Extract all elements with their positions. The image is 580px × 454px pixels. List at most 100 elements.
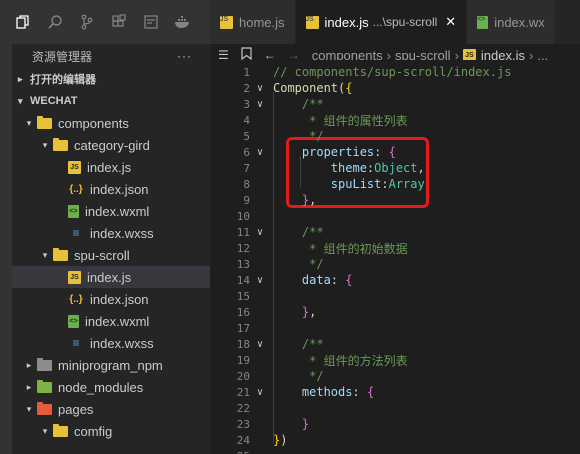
editor-tab[interactable]: <> index.wx [467,0,556,44]
tree-label: components [58,115,129,131]
extensions-icon[interactable] [110,13,128,31]
tree-label: index.wxml [85,203,150,219]
code-token: * 组件的属性列表 [273,113,408,128]
code-token: : [381,177,389,191]
editor-tab[interactable]: JS index.js ...\spu-scroll ✕ [295,0,468,44]
code-text: properties: { [273,145,396,159]
project-section[interactable]: ▾ WECHAT [12,90,210,112]
code-token: , [309,193,317,207]
tree-file[interactable]: JS index.js [12,266,210,288]
js-file-icon: JS [305,15,319,29]
tree-folder[interactable]: ▾ spu-scroll [12,244,210,266]
line-number: 15 [236,289,250,303]
chevron-right-icon: ▸ [18,73,23,84]
code-token: */ [273,369,324,383]
tree-folder[interactable]: ▸ miniprogram_npm [12,354,210,376]
code-text: } [273,417,309,431]
source-control-icon[interactable] [78,13,96,31]
editor-tab[interactable]: JS home.js [210,0,296,44]
fold-chevron-icon[interactable]: ∨ [250,147,270,158]
editor-tabs: JS home.js JS index.js ...\spu-scroll ✕ <> inde… [210,0,580,44]
code-token: /** [273,225,324,239]
docker-icon[interactable] [174,13,192,31]
tree-folder[interactable]: ▾ comfig [12,420,210,442]
tree-folder[interactable]: ▾ components [12,112,210,134]
code-line: 24}) [210,432,580,448]
tree-folder[interactable]: ▾ pages [12,398,210,420]
wxml-file-icon: <> [68,314,79,328]
activity-bar [0,0,12,454]
debug-icon[interactable] [142,13,160,31]
open-editors-section[interactable]: ▸ 打开的编辑器 [12,68,210,90]
code-line: 13 */ [210,256,580,272]
code-token: // components/sup-scroll/index.js [273,65,512,79]
code-text: }) [273,433,287,447]
line-number: 9 [243,193,250,207]
fold-chevron-icon[interactable]: ∨ [250,99,270,110]
fold-chevron-icon[interactable]: ∨ [250,275,270,286]
file-tree: ▾ components ▾ category-gird JS index.js {..} i… [12,112,210,442]
project-label: WECHAT [30,95,78,107]
tree-file[interactable]: {..} index.json [12,288,210,310]
code-token: { [345,81,353,95]
code-token: , [309,305,317,319]
json-file-icon: {..} [69,293,83,305]
tree-file[interactable]: JS index.js [12,156,210,178]
code-line: 8 spuList:Array [210,176,580,192]
chevron-down-icon: ▾ [42,425,48,436]
chevron-down-icon: ▾ [42,139,48,150]
code-token: data [273,273,331,287]
tree-file[interactable]: ≡ index.wxss [12,222,210,244]
close-icon[interactable]: ✕ [445,14,456,30]
code-token: : [352,385,367,399]
tree-folder[interactable]: ▾ category-gird [12,134,210,156]
code-token: theme [273,161,367,175]
code-token: methods [273,385,353,399]
tree-label: index.wxss [90,335,154,351]
more-actions-button[interactable]: ··· [177,49,192,63]
code-line: 14 ∨ data: { [210,272,580,288]
code-text: * 组件的初始数据 [273,240,407,257]
line-number: 1 [243,65,250,79]
line-number: 12 [236,241,250,255]
line-number: 20 [236,369,250,383]
line-number: 13 [236,257,250,271]
code-token: { [345,273,353,287]
tree-file[interactable]: ≡ index.wxss [12,332,210,354]
tab-label: home.js [239,14,285,30]
line-number: 22 [236,401,250,415]
fold-chevron-icon[interactable]: ∨ [250,387,270,398]
fold-chevron-icon[interactable]: ∨ [250,83,270,94]
code-text: /** [273,225,324,239]
explorer-title: 资源管理器 [32,49,93,64]
folder-icon [52,247,68,262]
folder-shape [36,401,52,415]
code-text: /** [273,337,324,351]
code-line: 9 }, [210,192,580,208]
folder-shape [36,379,52,393]
code-token: { [388,145,396,159]
tree-file[interactable]: {..} index.json [12,178,210,200]
tree-label: category-gird [74,137,150,153]
code-editor[interactable]: 1// components/sup-scroll/index.js 2 ∨ Comp… [210,60,580,454]
code-text: methods: { [273,385,374,399]
folder-shape [52,423,68,437]
explorer-icon[interactable] [14,13,32,31]
fold-chevron-icon[interactable]: ∨ [250,339,270,350]
tree-folder[interactable]: ▸ node_modules [12,376,210,398]
folder-icon [36,401,52,416]
tree-label: index.js [87,269,132,285]
search-icon[interactable] [46,13,64,31]
line-number: 23 [236,417,250,431]
code-token: ) [280,433,288,447]
tree-file[interactable]: <> index.wxml [12,310,210,332]
fold-chevron-icon[interactable]: ∨ [250,227,270,238]
code-line: 18 ∨ /** [210,336,580,352]
chevron-down-icon: ▾ [26,117,32,128]
code-token: : [374,145,389,159]
code-line: 16 }, [210,304,580,320]
tree-file[interactable]: <> index.wxml [12,200,210,222]
code-text: }, [273,193,316,207]
